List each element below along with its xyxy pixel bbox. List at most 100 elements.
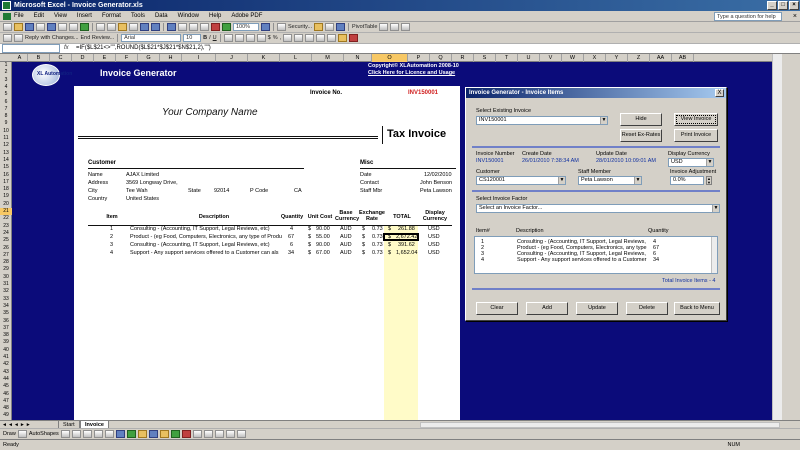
column-header[interactable]: N	[344, 54, 372, 62]
row-header[interactable]: 15	[0, 164, 12, 171]
fx-icon[interactable]: fx	[64, 44, 69, 53]
help-search-input[interactable]: Type a question for help	[714, 12, 782, 21]
invoice-items-list[interactable]: 1 Consulting - (Accounting, IT Support, …	[474, 236, 718, 274]
design-mode-icon[interactable]	[336, 23, 346, 31]
row-header[interactable]: 10	[0, 128, 12, 135]
list-scrollbar[interactable]	[711, 237, 717, 273]
email-icon[interactable]	[47, 23, 56, 31]
dialog-close-button[interactable]: X	[715, 89, 724, 97]
clipart-icon[interactable]	[137, 430, 147, 438]
font-color-draw-icon[interactable]	[181, 430, 191, 438]
select-objects-icon[interactable]	[17, 430, 27, 438]
name-box[interactable]	[2, 44, 60, 53]
column-header[interactable]: H	[160, 54, 182, 62]
line-icon[interactable]	[60, 430, 70, 438]
fill-color-draw-icon[interactable]	[159, 430, 169, 438]
column-header[interactable]: S	[474, 54, 496, 62]
menu-format[interactable]: Format	[102, 13, 121, 19]
column-header[interactable]: V	[540, 54, 562, 62]
column-header[interactable]: E	[94, 54, 116, 62]
currency-button[interactable]: $	[268, 34, 271, 42]
italic-button[interactable]: I	[209, 34, 211, 42]
invoice-factor-select[interactable]: Select an Invoice Factor... ▼	[476, 204, 720, 213]
underline-button[interactable]: U	[213, 34, 217, 42]
row-header[interactable]: 48	[0, 405, 12, 412]
adjustment-spinner-icon[interactable]: ▲ ▼	[706, 176, 712, 185]
font-size-select[interactable]: 10	[183, 34, 202, 42]
drawing-icon[interactable]	[222, 23, 231, 31]
reviewing-icon[interactable]	[3, 34, 12, 42]
row-header[interactable]: 42	[0, 361, 12, 368]
active-cell-selection[interactable]	[383, 233, 419, 241]
menu-data[interactable]: Data	[155, 13, 168, 19]
table-row[interactable]: 1 Consulting - (Accounting, IT Support, …	[74, 226, 460, 233]
sort-ascending-icon[interactable]	[189, 23, 198, 31]
row-header[interactable]: 22	[0, 215, 12, 222]
column-header[interactable]: I	[182, 54, 216, 62]
vertical-scrollbar[interactable]	[772, 54, 782, 420]
menu-adobe-pdf[interactable]: Adobe PDF	[231, 13, 262, 19]
pivot-chart-icon[interactable]	[390, 23, 400, 31]
menu-file[interactable]: File	[14, 13, 24, 19]
increase-indent-icon[interactable]	[316, 34, 326, 42]
oval-icon[interactable]	[93, 430, 103, 438]
row-header[interactable]: 44	[0, 376, 12, 383]
align-right-icon[interactable]	[245, 34, 255, 42]
permission-icon[interactable]	[36, 23, 45, 31]
column-header[interactable]: Q	[430, 54, 452, 62]
row-header[interactable]: 13	[0, 150, 12, 157]
table-row[interactable]: 4 Support - Any support services offered…	[74, 250, 460, 257]
end-review-button[interactable]: End Review...	[81, 34, 115, 42]
column-header[interactable]: U	[518, 54, 540, 62]
picture-icon[interactable]	[148, 430, 158, 438]
format-painter-icon[interactable]	[129, 23, 138, 31]
chart-wizard-icon[interactable]	[211, 23, 220, 31]
display-currency-select[interactable]: USD ▼	[668, 158, 714, 167]
copy-icon[interactable]	[107, 23, 116, 31]
row-header[interactable]: 25	[0, 237, 12, 244]
redo-icon[interactable]	[151, 23, 160, 31]
print-preview-icon[interactable]	[69, 23, 78, 31]
paste-icon[interactable]	[118, 23, 127, 31]
align-left-icon[interactable]	[223, 34, 233, 42]
column-header[interactable]: Z	[628, 54, 650, 62]
column-header[interactable]: C	[50, 54, 72, 62]
menu-insert[interactable]: Insert	[77, 13, 92, 19]
staff-member-select[interactable]: Peta Lawson ▼	[578, 176, 642, 185]
column-header[interactable]: K	[248, 54, 280, 62]
row-header[interactable]: 16	[0, 172, 12, 179]
pivot-format-icon[interactable]	[379, 23, 389, 31]
diagram-icon[interactable]	[126, 430, 136, 438]
delete-button[interactable]: Delete	[626, 302, 668, 315]
column-header[interactable]: X	[584, 54, 606, 62]
chevron-down-icon[interactable]: ▼	[634, 177, 641, 184]
sort-descending-icon[interactable]	[200, 23, 209, 31]
menu-tools[interactable]: Tools	[131, 13, 145, 19]
column-header[interactable]: P	[408, 54, 430, 62]
invoice-adjustment-input[interactable]: 0.0%	[670, 176, 704, 185]
pivottable-menu[interactable]: PivotTable	[352, 23, 377, 31]
column-header[interactable]: Y	[606, 54, 628, 62]
row-header[interactable]: 33	[0, 296, 12, 303]
rectangle-icon[interactable]	[82, 430, 92, 438]
column-header[interactable]: AB	[672, 54, 694, 62]
pivot-refresh-icon[interactable]	[401, 23, 411, 31]
back-to-menu-button[interactable]: Back to Menu	[674, 302, 720, 315]
row-header[interactable]: 6	[0, 99, 12, 106]
row-header[interactable]: 38	[0, 332, 12, 339]
column-header[interactable]: D	[72, 54, 94, 62]
formula-input[interactable]: =IF($L$21<>"",ROUND($L$21*$J$21*$N$21,2)…	[76, 44, 211, 53]
reviewing-icon-2[interactable]	[14, 34, 23, 42]
column-header[interactable]: A	[12, 54, 28, 62]
print-invoice-button[interactable]: Print Invoice	[674, 129, 718, 142]
view-invoice-button[interactable]: View Invoice	[674, 113, 718, 126]
chevron-down-icon[interactable]: ▼	[600, 117, 607, 124]
row-header[interactable]: 14	[0, 157, 12, 164]
font-color-icon[interactable]	[349, 34, 359, 42]
licence-link[interactable]: Click Here for Licence and Usage	[368, 70, 455, 76]
autoshapes-menu[interactable]: AutoShapes	[29, 431, 59, 437]
row-header[interactable]: 28	[0, 259, 12, 266]
column-header[interactable]: L	[280, 54, 312, 62]
column-header[interactable]: B	[28, 54, 50, 62]
new-icon[interactable]	[3, 23, 12, 31]
